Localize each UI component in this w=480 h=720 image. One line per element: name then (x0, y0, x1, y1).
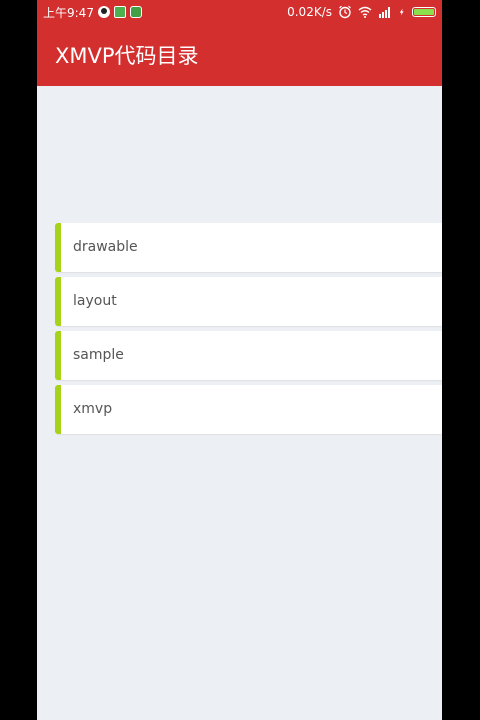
status-right: 0.02K/s (287, 4, 436, 20)
list-item-drawable[interactable]: drawable (55, 223, 442, 272)
list-item-label: drawable (73, 239, 138, 255)
page-title: XMVP代码目录 (55, 44, 199, 68)
status-left: 上午9:47 (43, 4, 142, 20)
directory-list: drawable layout sample xmvp (55, 223, 442, 439)
list-item-label: xmvp (73, 401, 113, 417)
list-item-xmvp[interactable]: xmvp (55, 385, 442, 434)
battery-icon (412, 7, 436, 17)
phone-screen: 上午9:47 0.02K/s XMVP代码目录 drawable layout … (37, 0, 442, 720)
list-item-accent (55, 331, 61, 380)
alarm-icon (339, 5, 351, 19)
charging-icon (399, 8, 404, 16)
wechat-icon (129, 6, 142, 18)
status-bar: 上午9:47 0.02K/s (37, 0, 442, 24)
net-speed: 0.02K/s (287, 5, 332, 19)
status-time: 上午9:47 (43, 5, 94, 20)
list-item-accent (55, 385, 61, 434)
app-bar: XMVP代码目录 (37, 24, 442, 86)
reader-icon (113, 6, 126, 18)
list-item-sample[interactable]: sample (55, 331, 442, 380)
signal-icon (379, 7, 390, 18)
list-item-accent (55, 277, 61, 326)
list-item-layout[interactable]: layout (55, 277, 442, 326)
battery-level-fill (414, 9, 434, 15)
list-item-label: sample (73, 347, 124, 363)
list-item-accent (55, 223, 61, 272)
qq-icon (97, 6, 110, 18)
list-item-label: layout (73, 293, 117, 309)
wifi-icon (358, 6, 372, 18)
